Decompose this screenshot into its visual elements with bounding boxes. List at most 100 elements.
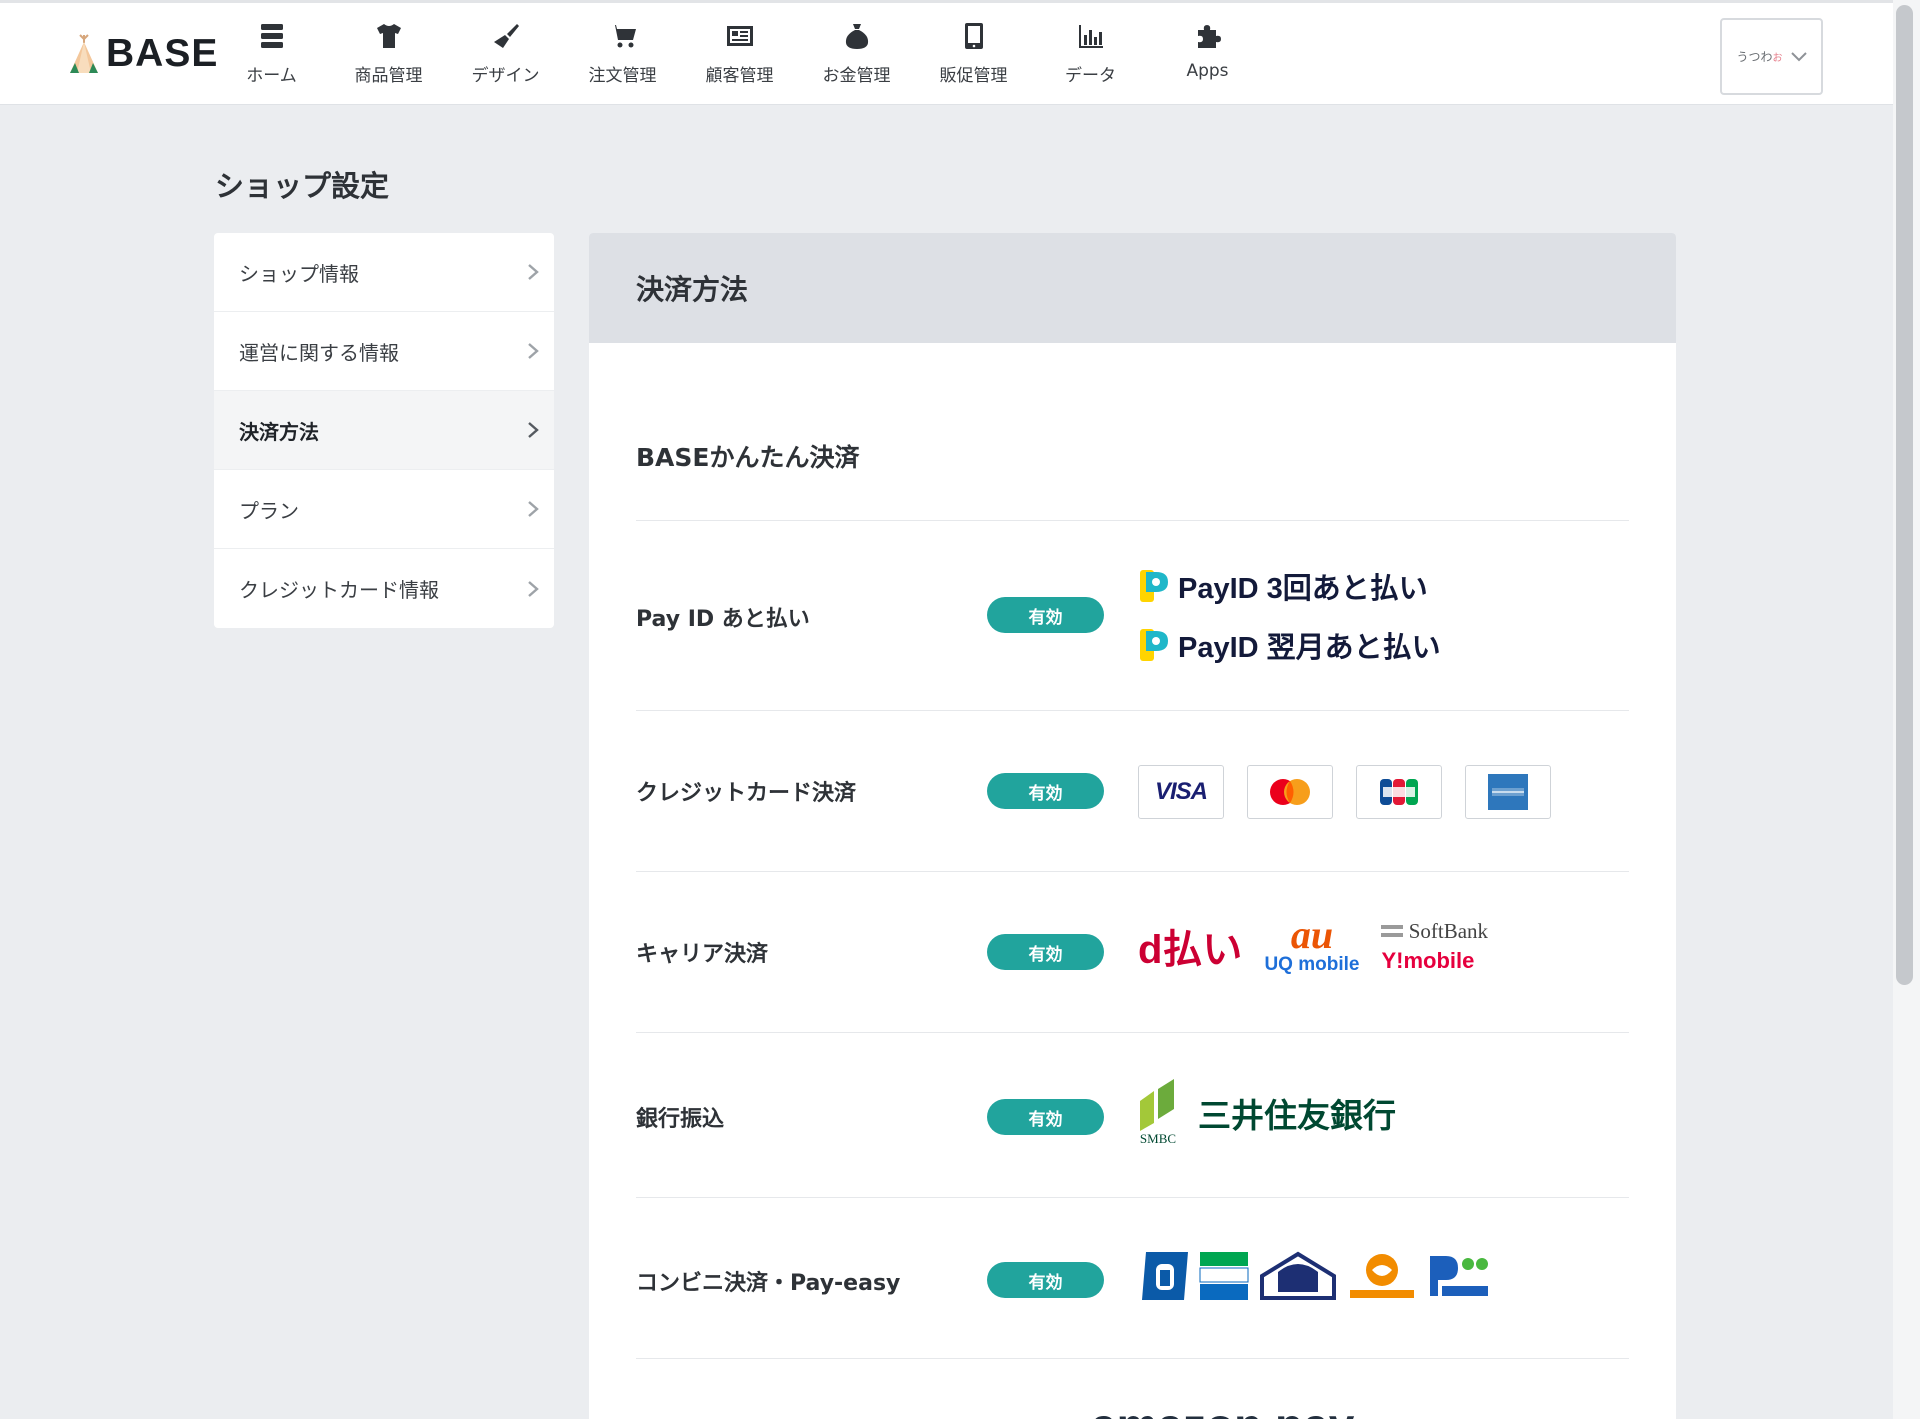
ministop-logo [1260,1251,1336,1300]
side-item-label: プラン [239,498,299,523]
softbank-ymobile-logo: SoftBank Y!mobile [1381,919,1488,974]
side-item-label: 決済方法 [239,419,319,444]
payment-row-convenience: コンビニ決済・Pay-easy 有効 [636,1197,1629,1358]
chevron-right-icon [528,501,539,517]
nav-products[interactable]: 商品管理 [330,3,447,105]
tshirt-icon [376,24,401,48]
payid-next-month-text: PayID 翌月あと払い [1178,632,1441,664]
payid-logo-installment: PayID 3回あと払い [1138,564,1441,608]
nav-label: お金管理 [822,66,891,86]
d-barai-logo: d払い [1138,928,1243,972]
nav-customers[interactable]: 顧客管理 [681,3,798,105]
payid-icon [1140,570,1168,602]
nav-apps[interactable]: Apps [1149,3,1266,105]
payment-methods-panel: 決済方法 BASEかんたん決済 Pay ID あと払い 有効 PayID 3回あ… [589,233,1676,1419]
nav-label: 商品管理 [354,66,423,86]
main-nav: ホーム 商品管理 デザイン 注文管理 顧客管理 お金管理 販促管理 データ Ap… [213,3,1266,105]
nav-label: ホーム [246,66,297,86]
smbc-leaf-icon [1140,1079,1174,1131]
smbc-mark: SMBC [1138,1079,1178,1147]
status-badge: 有効 [987,597,1104,633]
side-item-shop-info[interactable]: ショップ情報 [214,233,554,312]
nav-data[interactable]: データ [1032,3,1149,105]
amazon-pay-logo: amazon pay [1091,1398,1354,1419]
home-icon [260,24,283,48]
nav-money[interactable]: お金管理 [798,3,915,105]
nav-home[interactable]: ホーム [213,3,330,105]
softbank-bars-icon [1381,924,1404,937]
side-item-payment-methods[interactable]: 決済方法 [214,391,554,470]
chevron-right-icon [528,580,539,597]
amex-icon [1488,774,1528,810]
payid-logos: PayID 3回あと払い PayID 翌月あと払い [1138,564,1441,682]
shop-selector[interactable]: うつわお [1720,18,1823,95]
payment-row-bank: 銀行振込 有効 SMBC 三井住友銀行 [636,1032,1629,1197]
payment-row-carrier: キャリア決済 有効 d払い au UQ mobile SoftBank Y!mo… [636,871,1629,1032]
au-uq-logo: au UQ mobile [1264,912,1360,976]
page-title: ショップ設定 [215,169,390,203]
nav-label: デザイン [471,66,540,86]
shop-name-text: うつわ [1736,50,1773,64]
puzzle-icon [1197,25,1221,48]
side-item-label: ショップ情報 [239,261,359,286]
status-badge: 有効 [987,1262,1104,1298]
jcb-logo [1356,765,1442,819]
cart-icon [609,25,636,48]
mastercard-logo [1247,765,1333,819]
brush-icon [493,24,519,48]
row-label: コンビニ決済・Pay-easy [636,1271,901,1296]
side-item-credit-card-info[interactable]: クレジットカード情報 [214,549,554,628]
section-title: BASEかんたん決済 [636,443,860,472]
payment-row-credit-card: クレジットカード決済 有効 VISA [636,710,1629,871]
panel-heading: 決済方法 [589,233,1676,343]
payid-logo-next-month: PayID 翌月あと払い [1138,623,1441,667]
money-bag-icon [845,24,868,49]
status-badge: 有効 [987,934,1104,970]
nav-label: Apps [1186,61,1229,81]
nav-label: 注文管理 [588,66,657,86]
nav-label: 顧客管理 [705,66,774,86]
nav-design[interactable]: デザイン [447,3,564,105]
lawson-logo [1142,1252,1188,1300]
softbank-logo: SoftBank [1381,919,1488,944]
base-logo[interactable]: BASE [68,31,218,77]
side-item-plan[interactable]: プラン [214,470,554,549]
shop-name: うつわお [1736,48,1782,65]
tent-icon [70,34,98,73]
amex-logo [1465,765,1551,819]
side-item-label: 運営に関する情報 [239,340,399,365]
scrollbar-thumb[interactable] [1896,5,1913,985]
side-item-operation-info[interactable]: 運営に関する情報 [214,312,554,391]
shop-name-suffix: お [1772,53,1783,64]
chevron-right-icon [528,422,539,438]
carrier-logos: d払い au UQ mobile SoftBank Y!mobile [1138,912,1488,976]
pay-easy-logo [1430,1256,1488,1296]
smartphone-icon [964,23,983,49]
au-logo: au [1290,912,1334,957]
top-bar: BASE ホーム 商品管理 デザイン 注文管理 顧客管理 お金管理 販促管理 デ… [0,0,1893,105]
row-label: 銀行振込 [636,1107,725,1132]
payment-row-payid: Pay ID あと払い 有効 PayID 3回あと払い PayID 翌月あと払い [636,520,1629,710]
nav-promotion[interactable]: 販促管理 [915,3,1032,105]
jcb-icon [1380,779,1418,805]
mastercard-icon [1270,779,1310,805]
chevron-right-icon [528,343,539,359]
nav-orders[interactable]: 注文管理 [564,3,681,105]
visa-text: VISA [1154,778,1208,805]
ymobile-logo: Y!mobile [1381,947,1475,973]
row-label: クレジットカード決済 [636,781,857,806]
nav-label: データ [1065,66,1116,86]
uq-mobile-logo: UQ mobile [1264,954,1360,975]
softbank-text: SoftBank [1408,918,1489,943]
familymart-logo [1199,1252,1249,1300]
nav-label: 販促管理 [939,66,1008,86]
logo-text: BASE [106,32,219,75]
card-brand-logos: VISA [1138,765,1551,819]
convenience-store-logos [1138,1250,1490,1302]
chevron-down-icon [1790,51,1807,61]
smbc-caption: SMBC [1139,1131,1177,1146]
payid-installment-text: PayID 3回あと払い [1178,573,1428,605]
contact-card-icon [726,26,753,46]
smbc-logo: SMBC 三井住友銀行 [1138,1079,1396,1147]
visa-logo: VISA [1138,765,1224,819]
